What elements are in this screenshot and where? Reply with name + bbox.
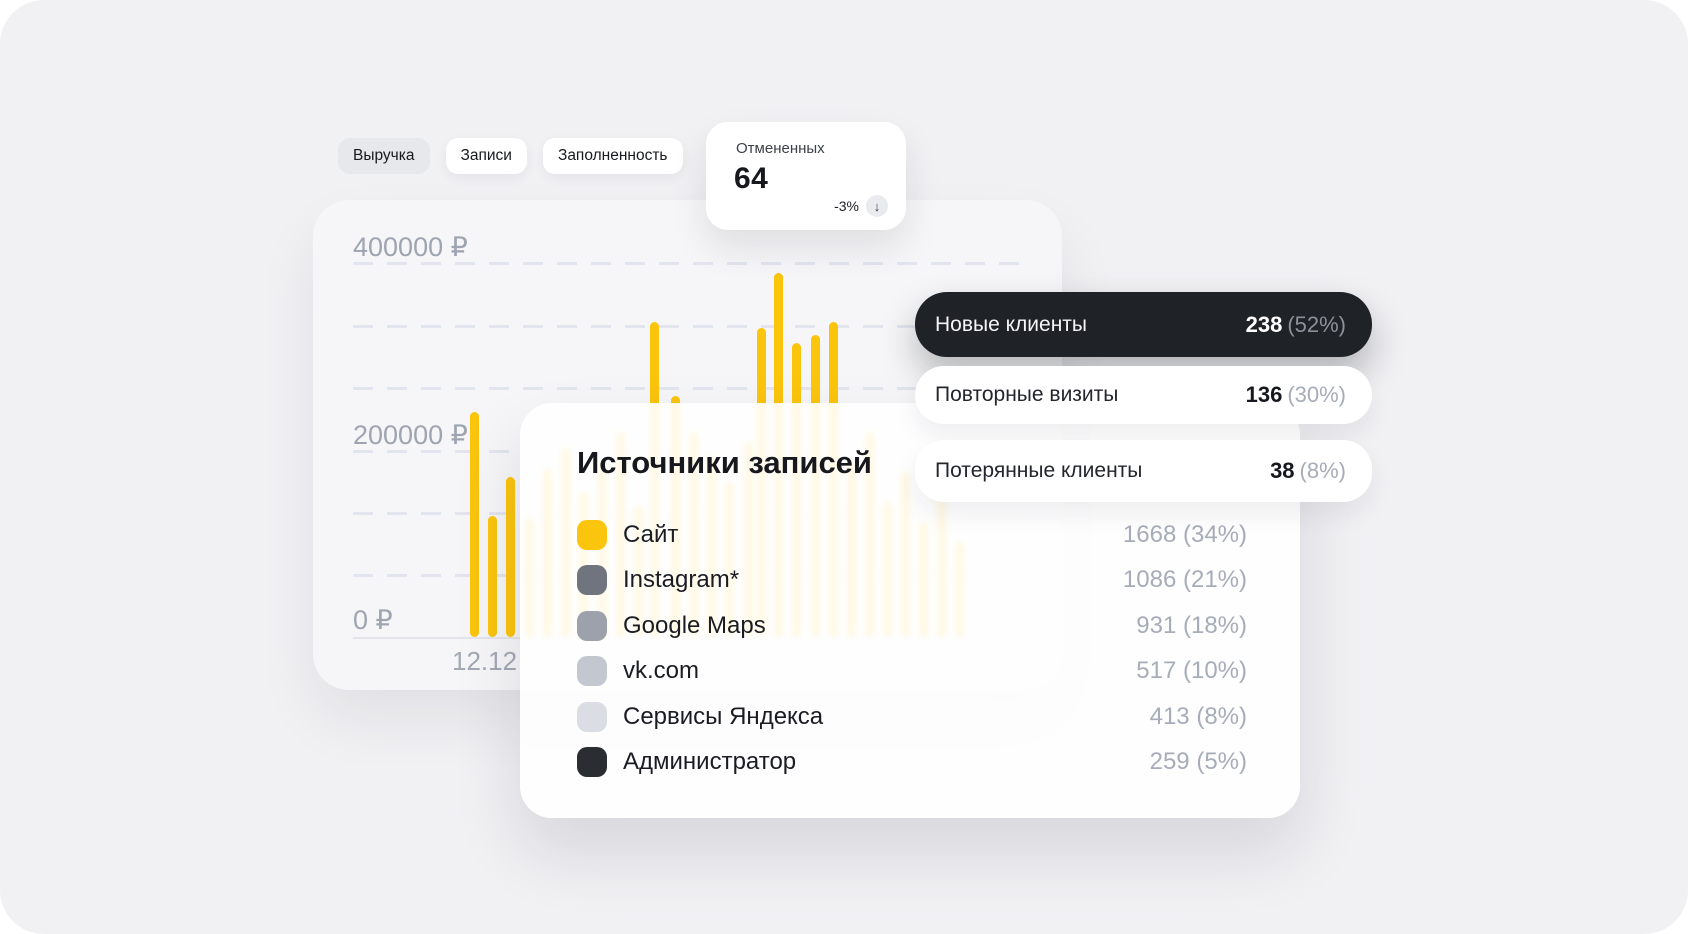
stat-card-new-clients[interactable]: Новые клиенты 238 (52%) (915, 292, 1372, 357)
tab-occupancy[interactable]: Заполненность (542, 138, 683, 174)
cancelled-value: 64 (734, 162, 769, 195)
source-value: 259 (5%) (1149, 748, 1247, 775)
source-value: 931 (18%) (1136, 612, 1247, 639)
y-tick-200000: 200000 ₽ (353, 420, 468, 450)
source-row-yandex[interactable]: Сервисы Яндекса (577, 702, 823, 732)
stat-number: 238 (1245, 311, 1283, 337)
tab-records[interactable]: Записи (445, 138, 527, 174)
source-value: 517 (10%) (1136, 657, 1247, 684)
stat-value: 238 (52%) (1246, 312, 1346, 338)
legend-swatch-admin-icon (577, 747, 607, 777)
source-value: 413 (8%) (1149, 703, 1247, 730)
stat-label: Потерянные клиенты (935, 459, 1143, 482)
stat-percent: (8%) (1299, 458, 1346, 483)
cancelled-label: Отмененных (736, 140, 825, 157)
stat-number: 38 (1270, 458, 1295, 483)
metric-tabs: Выручка Записи Заполненность (338, 138, 683, 174)
source-label: Instagram* (623, 566, 740, 593)
source-label: vk.com (623, 657, 700, 684)
source-label: Google Maps (623, 612, 766, 639)
source-row-admin[interactable]: Администратор (577, 747, 796, 777)
stat-value: 38 (8%) (1270, 458, 1346, 484)
stat-card-lost-clients[interactable]: Потерянные клиенты 38 (8%) (915, 440, 1372, 502)
legend-swatch-yandex-icon (577, 702, 607, 732)
source-row-site[interactable]: Сайт (577, 520, 678, 550)
cancelled-stat-card[interactable]: Отмененных 64 -3% ↓ (706, 122, 906, 230)
source-value: 1668 (34%) (1122, 521, 1247, 548)
stat-label: Новые клиенты (935, 312, 1088, 336)
source-label: Администратор (623, 748, 797, 775)
legend-swatch-google-maps-icon (577, 611, 607, 641)
stat-percent: (30%) (1287, 382, 1346, 407)
x-tick-date: 12.12 (452, 646, 518, 676)
source-label: Сайт (623, 521, 679, 548)
dashboard: Выручка Записи Заполненность 400000 ₽ 20… (0, 0, 1688, 934)
source-row-google-maps[interactable]: Google Maps (577, 611, 766, 641)
stat-percent: (52%) (1287, 311, 1346, 337)
y-tick-400000: 400000 ₽ (353, 232, 468, 262)
tab-revenue[interactable]: Выручка (338, 138, 430, 174)
sources-title: Источники записей (577, 445, 872, 480)
legend-swatch-site-icon (577, 520, 607, 550)
stat-value: 136 (30%) (1246, 382, 1346, 408)
source-row-instagram[interactable]: Instagram* (577, 565, 739, 595)
source-row-vk[interactable]: vk.com (577, 656, 699, 686)
legend-swatch-instagram-icon (577, 565, 607, 595)
cancelled-delta: -3% ↓ (834, 195, 888, 217)
cancelled-delta-percent: -3% (834, 198, 859, 214)
legend-swatch-vk-icon (577, 656, 607, 686)
stat-label: Повторные визиты (935, 383, 1119, 406)
source-value: 1086 (21%) (1122, 566, 1247, 593)
y-tick-0: 0 ₽ (353, 605, 393, 635)
stat-card-repeat-visits[interactable]: Повторные визиты 136 (30%) (915, 366, 1372, 424)
source-label: Сервисы Яндекса (623, 703, 824, 730)
trend-down-icon: ↓ (866, 195, 888, 217)
stat-number: 136 (1245, 382, 1283, 407)
